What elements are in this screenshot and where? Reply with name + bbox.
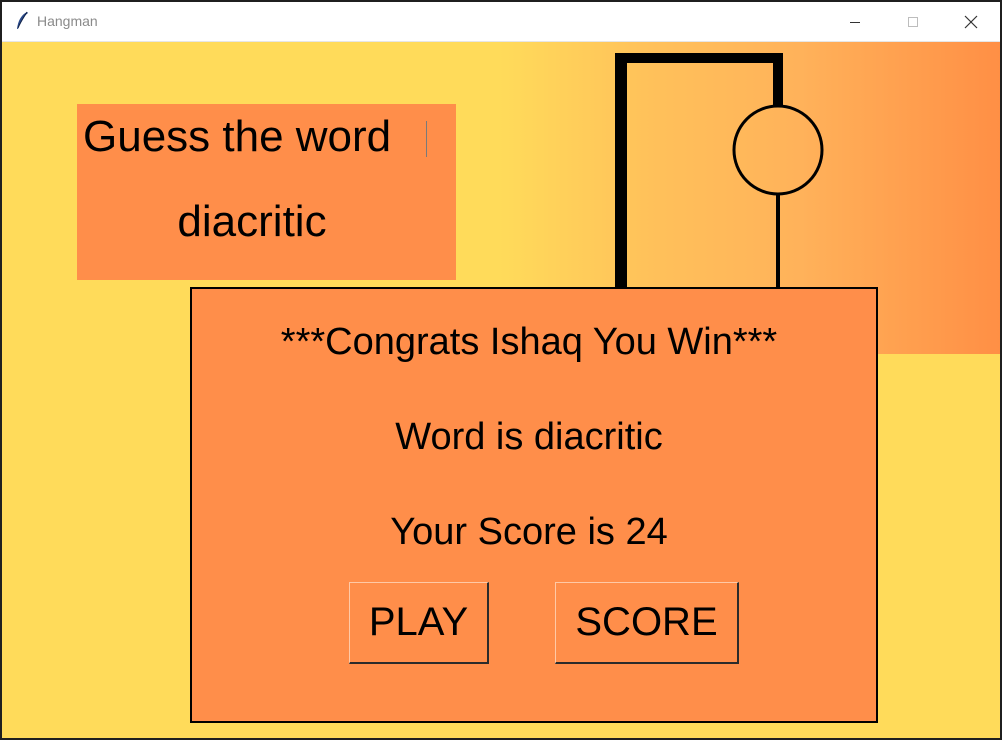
score-text: Your Score is 24 [390, 511, 668, 553]
score-button[interactable]: SCORE [555, 582, 739, 664]
guess-heading: Guess the word [83, 112, 392, 161]
maximize-button[interactable] [890, 2, 936, 41]
game-canvas: Guess the word diacritic ***Congrats Ish… [2, 42, 1000, 738]
hangman-head [732, 104, 824, 196]
title-bar[interactable]: Hangman [2, 2, 1000, 42]
app-window: Hangman Guess the word diacritic ***Cong… [2, 2, 1000, 738]
win-message: ***Congrats Ishaq You Win*** [280, 321, 778, 363]
minimize-icon [850, 21, 860, 23]
feather-icon [17, 11, 28, 29]
text-caret [426, 121, 427, 157]
guess-word: diacritic [177, 197, 327, 246]
gallows-frame [615, 53, 783, 287]
play-button[interactable]: PLAY [349, 582, 489, 664]
close-button[interactable] [948, 2, 994, 41]
window-title: Hangman [37, 13, 98, 29]
close-icon [964, 15, 978, 28]
word-reveal: Word is diacritic [395, 416, 663, 458]
result-dialog: ***Congrats Ishaq You Win*** Word is dia… [190, 287, 878, 723]
maximize-icon [908, 16, 918, 27]
guess-panel: Guess the word diacritic [77, 104, 456, 280]
minimize-button[interactable] [832, 2, 878, 41]
